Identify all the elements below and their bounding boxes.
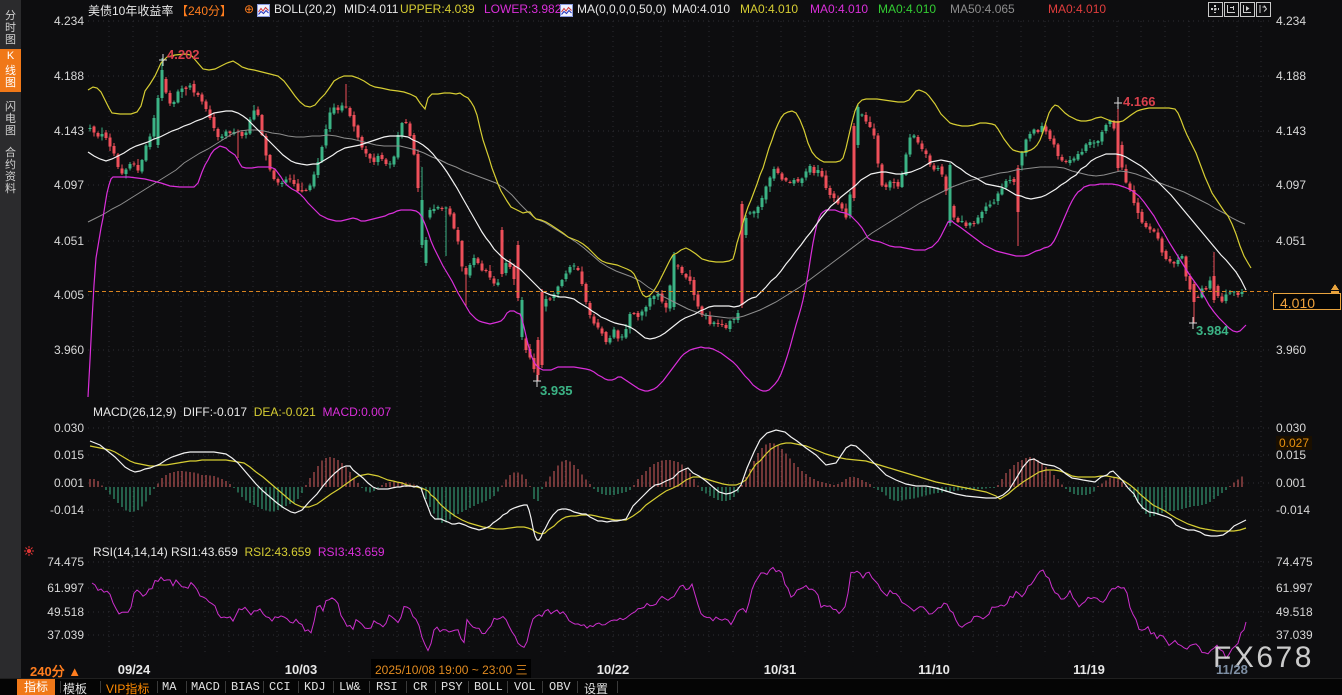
svg-text:4.202: 4.202: [167, 47, 200, 62]
svg-text:4.166: 4.166: [1123, 94, 1156, 109]
svg-text:3.984: 3.984: [1196, 323, 1229, 338]
svg-text:3.935: 3.935: [540, 383, 573, 398]
